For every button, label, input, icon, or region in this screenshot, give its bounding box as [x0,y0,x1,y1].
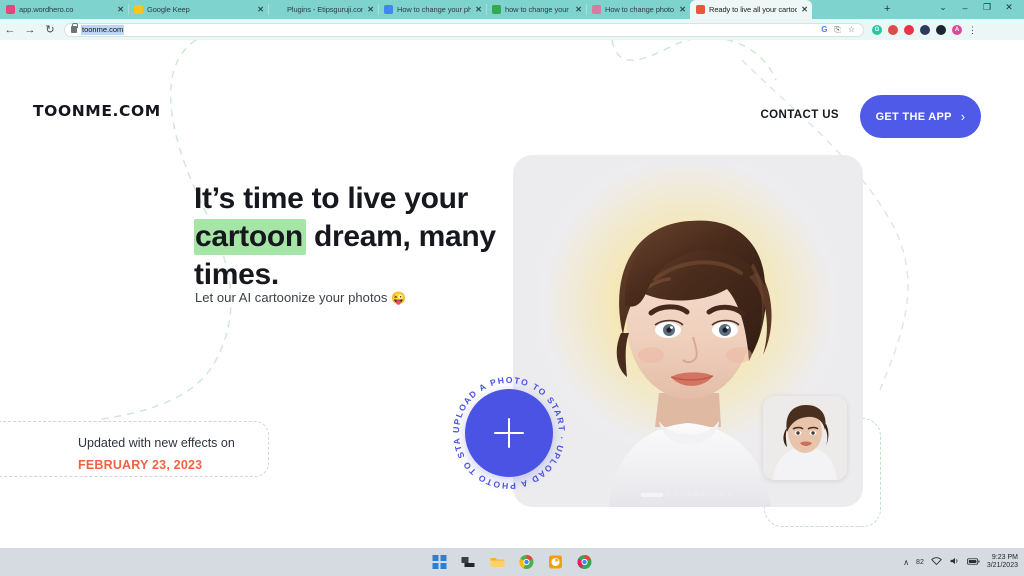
forward-button[interactable]: → [20,24,40,36]
back-button[interactable]: ← [0,24,20,36]
temperature-indicator[interactable]: 82 [916,559,924,566]
tab-favicon-icon [592,5,601,14]
hero-headline-line3: times. [194,258,279,292]
tab-title: how to change your photo int… [505,5,571,14]
tab-close-icon[interactable]: ✕ [117,5,124,14]
tab-title: How to change your photo int… [397,5,472,14]
hero-headline-line1: It’s time to live your [194,182,469,216]
side-panel-icon[interactable] [936,24,946,35]
updated-notice-text: Updated with new effects on [78,436,235,450]
new-tab-button[interactable]: + [884,3,890,15]
tab-favicon-icon [492,5,501,14]
omnibox-actions: G ⎘ ☆ [821,25,857,35]
tab-close-icon[interactable]: ✕ [679,5,686,14]
taskbar-apps [432,554,593,570]
volume-icon[interactable] [949,556,960,568]
file-explorer-button[interactable] [490,554,506,570]
clock-date: 3/21/2023 [986,562,1018,569]
get-the-app-label: GET THE APP [875,110,952,123]
thumbnail-portrait [763,396,847,480]
watermark-bar [641,493,664,497]
tab-title: app.wordhero.co [19,5,74,14]
share-icon[interactable]: ⎘ [834,25,840,35]
task-view-button[interactable] [461,554,477,570]
browser-tab[interactable]: How to change photo to cart… ✕ [586,0,690,19]
desktop-screen: app.wordhero.co ✕ Google Keep ✕ Plugins - Et… [0,0,1024,576]
browser-tab[interactable]: how to change your photo int… ✕ [486,0,586,19]
updated-notice-date: FEBRUARY 23, 2023 [78,458,203,472]
browser-extensions: GA [864,24,968,35]
browser-chrome: app.wordhero.co ✕ Google Keep ✕ Plugins - Et… [0,0,1024,40]
maximize-button[interactable]: ❐ [976,2,998,13]
chrome-button-1[interactable] [519,554,535,570]
reload-button[interactable]: ↻ [40,24,60,36]
hero-subtitle: Let our AI cartoonize your photos 😜 [195,290,406,305]
chrome-button-2[interactable] [577,554,593,570]
tab-title: How to change photo to cart… [605,5,675,14]
browser-toolbar: ← → ↻ toonme.com G ⎘ ☆ GA ⋮ [0,19,1024,40]
browser-tab[interactable]: Plugins - Etipsguruji.com — W…✕ [268,0,378,19]
system-tray: ∧ 82 9:23 PM 3/21/2023 [903,554,1018,571]
pinterest-save-extension[interactable] [888,24,898,35]
tab-search-button[interactable]: ⌄ [932,2,954,13]
tab-close-icon[interactable]: ✕ [575,5,582,14]
webpage-viewport: TOONME.COM CONTACT US GET THE APP › It’s… [0,40,1024,548]
upload-photo-button[interactable]: UPLOAD A PHOTO TO START · UPLOAD A PHOTO… [449,373,569,493]
tab-favicon-icon [134,5,143,14]
battery-icon[interactable] [966,557,980,568]
clock-widget[interactable]: 9:23 PM 3/21/2023 [987,554,1018,571]
wifi-icon[interactable] [931,556,942,568]
clock-time: 9:23 PM [991,553,1018,561]
bookmark-star-icon[interactable]: ☆ [848,25,855,34]
google-search-icon[interactable]: G [821,25,827,34]
contact-us-link[interactable]: CONTACT US [760,109,839,121]
upload-circle[interactable] [465,389,553,477]
extensions-puzzle-icon[interactable] [920,24,930,35]
browser-tab[interactable]: How to change your photo int…✕ [378,0,486,19]
image-editor-button[interactable] [548,554,564,570]
tab-favicon-icon [274,5,283,14]
window-controls: ⌄ – ❐ ✕ [932,2,1020,13]
original-photo-thumbnail[interactable] [763,396,847,480]
chevron-right-icon: › [960,108,966,124]
tab-title: Ready to live all your cartoon d [709,5,798,14]
grammarly-extension[interactable]: G [872,24,882,35]
card-watermark: TOONME.COM [641,492,735,498]
start-button[interactable] [432,554,448,570]
hero-subtitle-text: Let our AI cartoonize your photos [195,290,388,305]
url-text[interactable]: toonme.com [81,24,125,35]
minimize-button[interactable]: – [954,3,976,13]
browser-tab[interactable]: app.wordhero.co ✕ [0,0,128,19]
tab-close-icon[interactable]: ✕ [475,5,482,14]
hero-headline-highlight: cartoon [194,219,306,256]
chrome-menu-button[interactable]: ⋮ [968,25,983,34]
tab-favicon-icon [696,5,705,14]
browser-tab[interactable]: Ready to live all your cartoon d✕ [690,0,812,19]
get-the-app-button[interactable]: GET THE APP › [860,95,981,138]
tab-close-icon[interactable]: ✕ [801,5,808,14]
profile-avatar[interactable]: A [952,24,962,35]
site-header: TOONME.COM CONTACT US GET THE APP › [0,40,1024,140]
tab-favicon-icon [6,5,15,14]
tab-title: Plugins - Etipsguruji.com — W… [287,5,364,14]
windows-taskbar: ∧ 82 9:23 PM 3/21/2023 [0,548,1024,576]
tab-favicon-icon [384,5,393,14]
show-hidden-icons-button[interactable]: ∧ [903,558,909,567]
plus-icon [494,418,524,448]
tab-close-icon[interactable]: ✕ [257,5,264,14]
close-window-button[interactable]: ✕ [998,2,1020,13]
tab-close-icon[interactable]: ✕ [367,5,374,14]
tab-title: Google Keep [147,5,190,14]
tab-strip: app.wordhero.co ✕ Google Keep ✕ Plugins - Et… [0,0,1024,19]
lock-icon [71,23,78,33]
address-bar[interactable]: toonme.com G ⎘ ☆ [64,22,864,37]
watermark-text: TOONME.COM [667,492,735,498]
hero-headline: It’s time to live your cartoon dream, ma… [194,180,524,294]
adblock-extension[interactable] [904,24,914,35]
site-logo[interactable]: TOONME.COM [33,102,161,120]
tongue-out-emoji: 😜 [391,291,407,305]
browser-tab[interactable]: Google Keep ✕ [128,0,268,19]
hero-headline-line2: dream, many [305,220,496,254]
